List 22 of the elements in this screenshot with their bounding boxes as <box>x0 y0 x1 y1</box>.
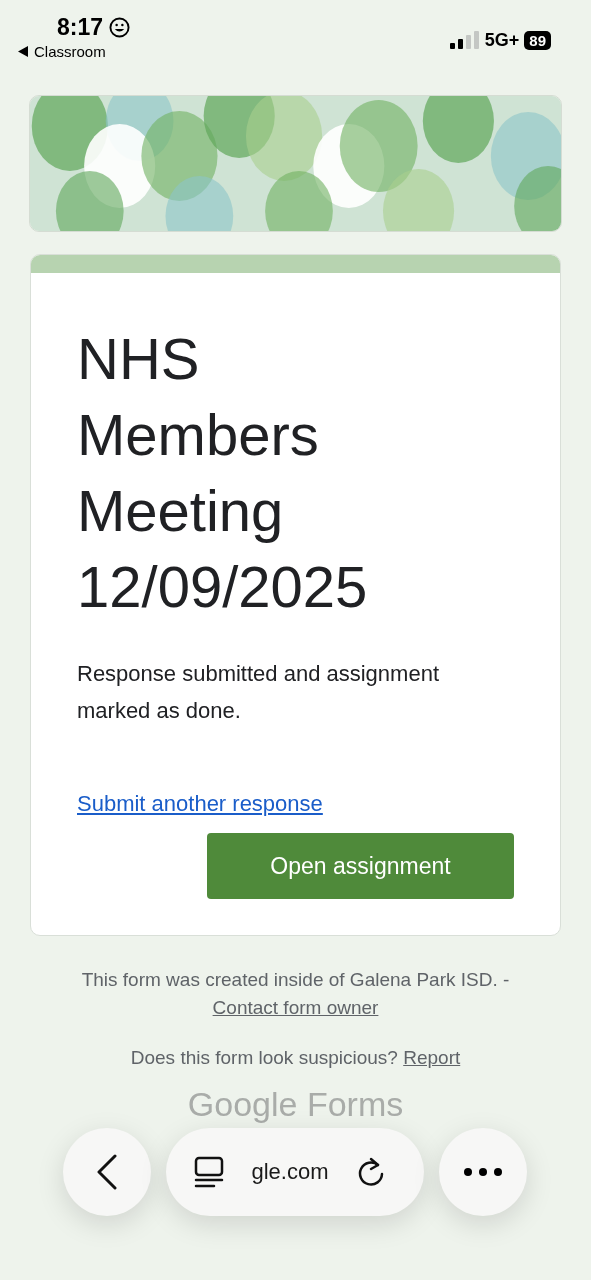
reload-icon[interactable] <box>356 1156 386 1188</box>
chevron-left-icon <box>96 1154 118 1190</box>
address-bar[interactable]: gle.com <box>166 1128 424 1216</box>
submit-another-link[interactable]: Submit another response <box>77 791 323 817</box>
created-notice: This form was created inside of Galena Park ISD. - Contact form owner <box>80 968 511 1020</box>
battery-level: 89 <box>524 30 551 50</box>
contact-owner-link[interactable]: Contact form owner <box>212 997 379 1018</box>
open-assignment-button[interactable]: Open assignment <box>207 833 514 899</box>
signal-icon <box>449 31 480 49</box>
clock-time: 8:17 <box>57 14 104 41</box>
confirmation-message: Response submitted and assignment marked as done. <box>77 660 440 725</box>
network-type: 5G+ <box>484 29 520 51</box>
form-title: NHS Members Meeting 12/09/2025 <box>77 325 369 621</box>
url-text: gle.com <box>251 1159 329 1185</box>
more-dots-icon <box>463 1167 503 1177</box>
back-to-app-link[interactable]: Classroom <box>34 43 106 60</box>
smiley-icon <box>109 17 131 38</box>
back-triangle-icon[interactable] <box>18 46 28 57</box>
page-menu-icon[interactable] <box>194 1156 224 1188</box>
suspicious-notice: Does this form look suspicious? Report <box>130 1046 461 1070</box>
brand-logo-text: Google Forms <box>187 1086 404 1122</box>
report-link[interactable]: Report <box>403 1047 461 1068</box>
